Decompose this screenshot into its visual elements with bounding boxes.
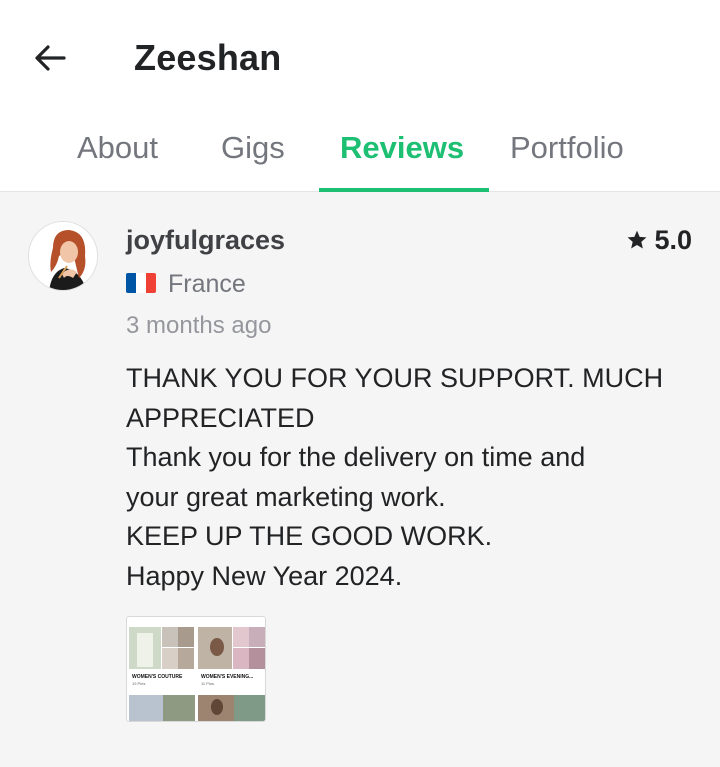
tab-portfolio[interactable]: Portfolio xyxy=(510,128,624,168)
attachment-sub-right: 11 Pins xyxy=(201,681,214,686)
back-button[interactable] xyxy=(28,36,72,80)
review-line: APPRECIATED xyxy=(126,402,315,433)
app-bar: Zeeshan About Gigs Reviews Portfolio xyxy=(0,0,720,192)
reviewer-avatar-image xyxy=(29,222,97,290)
review-line: THANK YOU FOR YOUR SUPPORT. MUCH xyxy=(126,363,664,393)
tab-reviews[interactable]: Reviews xyxy=(340,128,464,168)
tab-about[interactable]: About xyxy=(77,128,158,168)
review-line: your great marketing work. xyxy=(126,481,446,512)
tab-gigs[interactable]: Gigs xyxy=(221,128,285,168)
review-line: Happy New Year 2024. xyxy=(126,560,403,591)
review-line: KEEP UP THE GOOD WORK. xyxy=(126,521,493,551)
rating-value: 5.0 xyxy=(654,225,692,255)
review-timestamp: 3 months ago xyxy=(126,312,272,339)
review-attachment-thumbnail[interactable]: WOMEN'S COUTURE WOMEN'S EVENING... 19 Pi… xyxy=(126,616,266,722)
reviewer-country: France xyxy=(168,270,246,298)
attachment-sub-left: 19 Pins xyxy=(132,681,145,686)
attachment-caption-right: WOMEN'S EVENING... xyxy=(201,674,254,680)
reviewer-name[interactable]: joyfulgraces xyxy=(126,223,285,257)
back-arrow-icon xyxy=(35,45,66,71)
tab-bar: About Gigs Reviews Portfolio xyxy=(0,118,720,192)
review-rating: 5.0 xyxy=(626,223,692,257)
attachment-caption-left: WOMEN'S COUTURE xyxy=(132,674,183,680)
attachment-image: WOMEN'S COUTURE WOMEN'S EVENING... 19 Pi… xyxy=(127,617,265,721)
reviewer-avatar[interactable] xyxy=(28,221,98,291)
review-card: joyfulgraces 5.0 France 3 months ago THA… xyxy=(0,193,720,767)
active-tab-indicator xyxy=(319,188,489,192)
france-flag-icon xyxy=(126,273,156,293)
review-line: Thank you for the delivery on time and xyxy=(126,442,586,472)
review-text: THANK YOU FOR YOUR SUPPORT. MUCH APPRECI… xyxy=(126,359,696,596)
star-icon xyxy=(628,230,647,249)
page-title: Zeeshan xyxy=(134,37,282,78)
